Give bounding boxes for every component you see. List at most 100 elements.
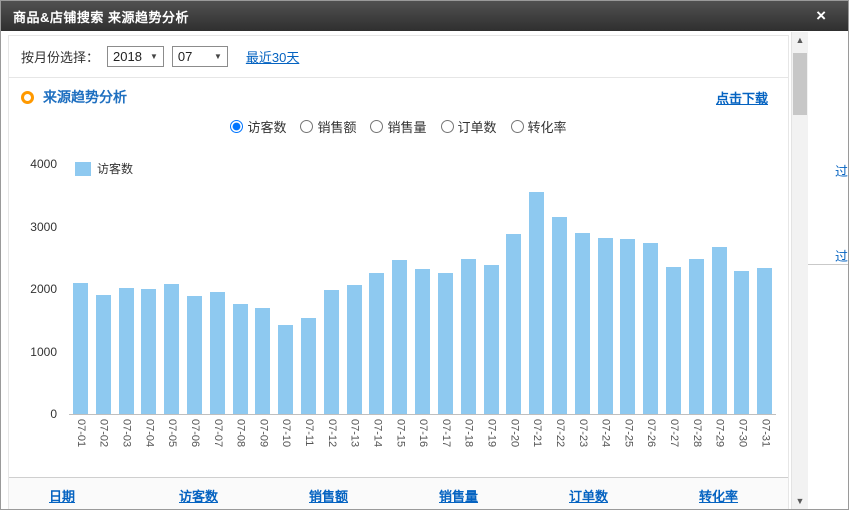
column-header[interactable]: 订单数: [569, 486, 699, 506]
x-axis-label: 07-01: [69, 419, 92, 463]
bar-column: [525, 164, 548, 414]
year-select[interactable]: 2018 ▼: [107, 46, 164, 67]
x-axis-label: 07-20: [502, 419, 525, 463]
x-axis-label: 07-14: [366, 419, 389, 463]
x-axis-label: 07-28: [685, 419, 708, 463]
bar-column: [92, 164, 115, 414]
y-axis-label: 2000: [30, 282, 57, 296]
bar: [712, 247, 727, 415]
bar: [506, 234, 521, 414]
bar-column: [320, 164, 343, 414]
month-select[interactable]: 07 ▼: [172, 46, 228, 67]
radio-sales-amount[interactable]: [300, 120, 313, 133]
legend-label: 访客数: [97, 160, 133, 177]
recent-30-days-link[interactable]: 最近30天: [246, 47, 299, 66]
bar: [96, 295, 111, 414]
metric-option-conversion-rate[interactable]: 转化率: [511, 117, 567, 136]
background-text-fragment: 过: [835, 161, 848, 180]
metric-option-orders[interactable]: 订单数: [441, 117, 497, 136]
close-icon[interactable]: ×: [816, 8, 826, 24]
scroll-up-button[interactable]: ▲: [792, 32, 808, 49]
bar-column: [115, 164, 138, 414]
section-header: 来源趋势分析 点击下载: [9, 78, 788, 112]
bar-column: [252, 164, 275, 414]
bar-column: [206, 164, 229, 414]
y-axis-label: 0: [50, 407, 57, 421]
bar-column: [434, 164, 457, 414]
dialog-title: 商品&店铺搜索 来源趋势分析: [13, 7, 189, 26]
column-header[interactable]: 销售额: [309, 486, 439, 506]
metric-label: 访客数: [247, 117, 286, 136]
bar-column: [571, 164, 594, 414]
x-axis-label: 07-06: [183, 419, 206, 463]
bar: [415, 269, 430, 414]
bar-column: [343, 164, 366, 414]
vertical-scrollbar[interactable]: ▲ ▼: [791, 32, 808, 510]
metric-option-sales-volume[interactable]: 销售量: [370, 117, 426, 136]
bar-column: [753, 164, 776, 414]
x-axis-label: 07-04: [137, 419, 160, 463]
bar: [164, 284, 179, 414]
bar: [187, 296, 202, 414]
x-axis-label: 07-10: [274, 419, 297, 463]
bar: [210, 292, 225, 414]
chart-yaxis: 01000200030004000: [23, 164, 63, 414]
bar: [461, 259, 476, 414]
scroll-down-button[interactable]: ▼: [792, 493, 808, 510]
bar: [119, 288, 134, 414]
bar: [734, 271, 749, 414]
bar: [552, 217, 567, 414]
table-header-row: 日期访客数销售额销售量订单数转化率: [9, 477, 788, 510]
bar-column: [183, 164, 206, 414]
dialog-titlebar: 商品&店铺搜索 来源趋势分析 ×: [1, 1, 848, 31]
x-axis-label: 07-11: [297, 419, 320, 463]
x-axis-label: 07-15: [388, 419, 411, 463]
bar-column: [594, 164, 617, 414]
x-axis-label: 07-18: [457, 419, 480, 463]
scrollbar-thumb[interactable]: [793, 53, 807, 115]
bar-column: [731, 164, 754, 414]
metric-option-sales-amount[interactable]: 销售额: [300, 117, 356, 136]
bar-column: [502, 164, 525, 414]
bar: [255, 308, 270, 414]
x-axis-label: 07-09: [252, 419, 275, 463]
bar: [369, 273, 384, 414]
x-axis-label: 07-08: [229, 419, 252, 463]
chart-xlabels: 07-0107-0207-0307-0407-0507-0607-0707-08…: [69, 415, 776, 463]
column-header[interactable]: 销售量: [439, 486, 569, 506]
chart-legend: 访客数: [75, 160, 133, 177]
bar: [141, 289, 156, 414]
radio-conversion-rate[interactable]: [511, 120, 524, 133]
column-header[interactable]: 日期: [49, 486, 179, 506]
bar-column: [274, 164, 297, 414]
bar-column: [708, 164, 731, 414]
month-select-label: 按月份选择：: [21, 47, 99, 66]
radio-visitors[interactable]: [230, 120, 243, 133]
x-axis-label: 07-24: [594, 419, 617, 463]
bar: [643, 243, 658, 414]
radio-orders[interactable]: [441, 120, 454, 133]
metric-label: 销售额: [317, 117, 356, 136]
legend-swatch: [75, 162, 91, 176]
bar-column: [388, 164, 411, 414]
radio-sales-volume[interactable]: [370, 120, 383, 133]
bar: [575, 233, 590, 414]
metric-option-visitors[interactable]: 访客数: [230, 117, 286, 136]
bar-column: [662, 164, 685, 414]
bar-column: [69, 164, 92, 414]
x-axis-label: 07-16: [411, 419, 434, 463]
x-axis-label: 07-13: [343, 419, 366, 463]
bar: [324, 290, 339, 414]
bar: [666, 267, 681, 415]
trend-chart: 访客数 01000200030004000 07-0107-0207-0307-…: [23, 148, 780, 463]
bar: [689, 259, 704, 414]
section-title: 来源趋势分析: [43, 87, 127, 107]
x-axis-label: 07-22: [548, 419, 571, 463]
x-axis-label: 07-05: [160, 419, 183, 463]
bar: [347, 285, 362, 414]
bar: [529, 192, 544, 414]
bar-column: [617, 164, 640, 414]
bar-column: [457, 164, 480, 414]
column-header[interactable]: 访客数: [179, 486, 309, 506]
download-link[interactable]: 点击下载: [716, 88, 768, 107]
